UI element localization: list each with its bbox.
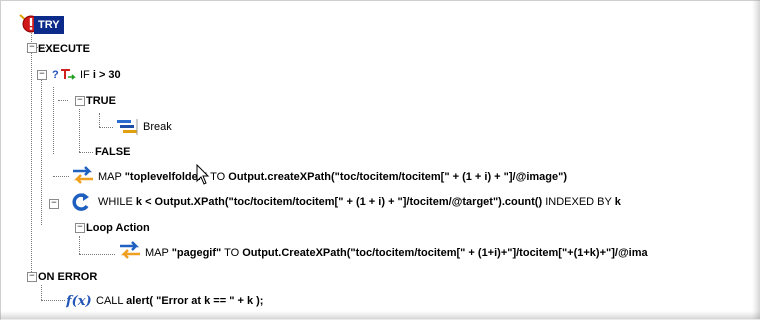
svg-text:?: ? xyxy=(52,69,59,81)
collapse-toggle[interactable]: − xyxy=(75,223,85,233)
collapse-toggle[interactable]: − xyxy=(37,70,47,80)
map-keyword: MAP xyxy=(145,247,169,259)
tree-connector xyxy=(41,285,42,300)
map-node-label[interactable]: MAP "pagegif" TO Output.CreateXPath("toc… xyxy=(145,244,648,262)
if-node-label[interactable]: IF i > 30 xyxy=(80,66,121,84)
function-fx-icon: f(x) xyxy=(65,291,92,309)
while-keyword: WHILE xyxy=(98,196,133,208)
break-node-label[interactable]: Break xyxy=(143,118,172,136)
call-expression: alert( "Error at k == " + k ); xyxy=(126,295,264,307)
map-arrows-icon xyxy=(118,240,142,260)
map-to-keyword: TO xyxy=(210,171,226,183)
branch-question-icon: ? xyxy=(52,66,78,82)
collapse-toggle[interactable]: − xyxy=(27,43,37,53)
tree-connector xyxy=(41,300,65,301)
collapse-toggle[interactable]: − xyxy=(27,272,37,282)
tree-connector xyxy=(79,254,115,255)
loop-arrow-icon xyxy=(71,192,93,212)
call-keyword: CALL xyxy=(96,295,124,307)
break-icon xyxy=(115,117,141,137)
tree-connector xyxy=(53,176,69,177)
map-arrows-icon xyxy=(71,165,95,185)
tree-connector xyxy=(58,100,68,101)
panel-shadow-right xyxy=(752,0,760,319)
mouse-pointer-icon xyxy=(196,163,210,186)
call-node-label[interactable]: CALL alert( "Error at k == " + k ); xyxy=(96,292,263,310)
collapse-toggle[interactable]: − xyxy=(75,96,85,106)
map-target: Output.createXPath("toc/tocitem/tocitem[… xyxy=(228,171,567,183)
svg-text:f(x): f(x) xyxy=(66,294,92,309)
panel-shadow-bottom xyxy=(0,311,760,319)
tree-connector xyxy=(31,30,32,278)
tree-connector xyxy=(53,87,54,154)
index-variable: k xyxy=(614,196,621,208)
tree-connector xyxy=(41,75,42,225)
while-node-label[interactable]: WHILE k < Output.XPath("toc/tocitem/toci… xyxy=(98,193,621,211)
false-node-label[interactable]: FALSE xyxy=(95,143,130,161)
tree-connector xyxy=(79,152,93,153)
tree-connector xyxy=(99,113,100,127)
tree-connector xyxy=(79,109,80,152)
try-node-label[interactable]: TRY xyxy=(34,16,64,34)
map-keyword: MAP xyxy=(98,171,122,183)
tree-connector xyxy=(99,127,113,128)
if-condition: i > 30 xyxy=(92,69,121,81)
map-node-label[interactable]: MAP "toplevelfolder" TO Output.createXPa… xyxy=(98,168,567,186)
tree-connector xyxy=(79,236,80,254)
execute-node-label[interactable]: EXECUTE xyxy=(38,40,90,58)
map-source: "toplevelfolder" xyxy=(124,171,208,183)
collapse-toggle[interactable]: − xyxy=(49,199,59,209)
map-source: "pagegif" xyxy=(171,247,222,259)
while-condition: k < Output.XPath("toc/tocitem/tocitem[" … xyxy=(135,196,543,208)
if-keyword: IF xyxy=(80,69,90,81)
indexed-by-keyword: INDEXED BY xyxy=(545,196,612,208)
on-error-node-label[interactable]: ON ERROR xyxy=(38,268,97,286)
true-node-label[interactable]: TRUE xyxy=(86,92,116,110)
loop-action-node-label[interactable]: Loop Action xyxy=(86,219,150,237)
map-to-keyword: TO xyxy=(224,247,240,259)
map-target: Output.CreateXPath("toc/tocitem/tocitem[… xyxy=(242,247,648,259)
